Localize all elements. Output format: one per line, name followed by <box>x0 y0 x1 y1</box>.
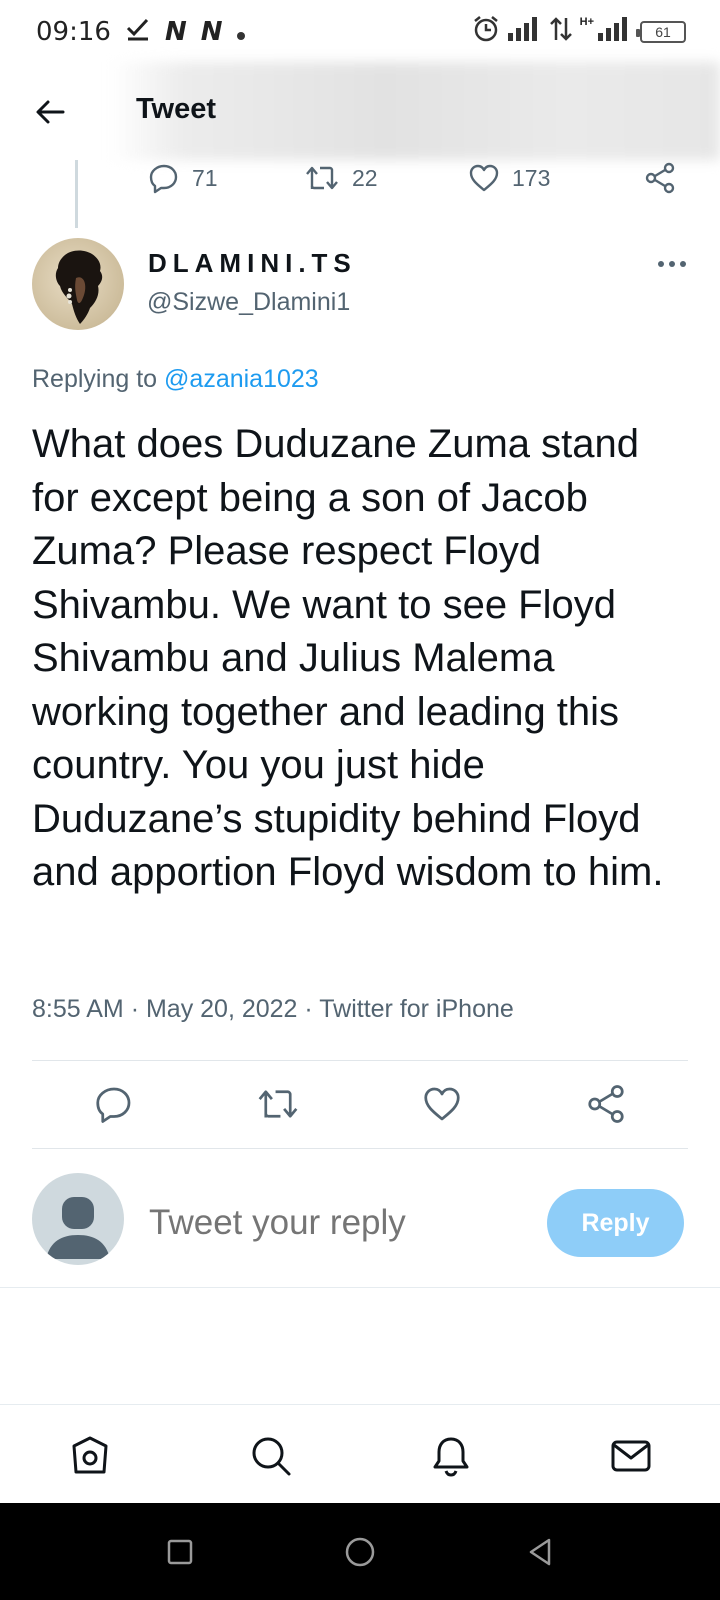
nav-messages[interactable] <box>608 1433 654 1479</box>
author-avatar[interactable] <box>32 238 124 330</box>
home-system-button[interactable] <box>343 1535 377 1569</box>
home-circle-icon <box>345 1537 375 1567</box>
like-icon <box>424 1087 460 1121</box>
more-options-button[interactable] <box>654 252 690 276</box>
n-app-icon: N <box>200 17 223 47</box>
reply-button[interactable] <box>90 1080 138 1128</box>
current-user-avatar <box>32 1173 124 1265</box>
notifications-icon <box>433 1437 469 1477</box>
arrow-left-icon <box>36 100 65 124</box>
home-icon <box>72 1436 108 1474</box>
prev-retweet-count: 22 <box>352 164 378 191</box>
author-display-name[interactable]: DLAMINI.TS <box>148 248 357 279</box>
recents-icon <box>167 1539 193 1565</box>
reply-icon <box>96 1087 131 1123</box>
prev-reply-button[interactable]: 71 <box>148 156 218 200</box>
back-system-button[interactable] <box>523 1535 557 1569</box>
divider <box>0 1287 720 1288</box>
divider <box>32 1148 688 1149</box>
share-button[interactable] <box>582 1080 630 1128</box>
signal-icon <box>507 16 542 48</box>
meta-separator: · <box>130 995 140 1023</box>
tweet-text: What does Duduzane Zuma stand for except… <box>32 422 664 894</box>
previous-tweet-actions: 71 22 173 <box>144 156 694 200</box>
share-icon <box>645 162 675 194</box>
author-handle[interactable]: @Sizwe_Dlamini1 <box>147 288 350 317</box>
reply-submit-button[interactable]: Reply <box>547 1189 684 1257</box>
default-user-icon <box>46 1197 110 1259</box>
like-button[interactable] <box>418 1080 466 1128</box>
share-icon <box>588 1085 624 1123</box>
back-button[interactable] <box>30 92 70 132</box>
tweet-source[interactable]: Twitter for iPhone <box>319 995 514 1023</box>
bottom-nav <box>0 1405 720 1503</box>
thread-connector-line <box>75 160 78 228</box>
recents-button[interactable] <box>163 1535 197 1569</box>
top-header: Tweet <box>0 62 720 160</box>
search-icon <box>252 1437 291 1476</box>
nav-notifications[interactable] <box>428 1433 474 1479</box>
retweet-icon <box>258 1090 298 1118</box>
tweet-meta: 8:55 AM · May 20, 2022 · Twitter for iPh… <box>32 995 514 1024</box>
retweet-button[interactable] <box>254 1080 302 1128</box>
prev-retweet-button[interactable]: 22 <box>304 156 378 200</box>
tweet-time: 8:55 AM <box>32 995 124 1023</box>
page-title: Tweet <box>136 93 217 125</box>
replying-to-link[interactable]: @azania1023 <box>164 365 319 393</box>
retweet-icon <box>306 166 338 190</box>
prev-like-count: 173 <box>512 164 551 191</box>
data-arrows-icon <box>549 16 572 49</box>
n-app-icon: N <box>164 17 187 47</box>
battery-indicator: 61 <box>636 21 686 43</box>
divider <box>32 1060 688 1061</box>
check-icon <box>125 16 151 49</box>
tweet-action-bar <box>0 1062 720 1146</box>
network-type: H+ <box>579 15 594 28</box>
nav-home[interactable] <box>67 1433 113 1479</box>
like-icon <box>469 164 499 192</box>
replying-to-line: Replying to @azania1023 <box>32 365 319 394</box>
status-time: 09:16 <box>36 17 111 47</box>
replying-to-prefix: Replying to <box>32 365 158 393</box>
tweet-date: May 20, 2022 <box>145 995 298 1023</box>
prev-reply-count: 71 <box>192 164 218 191</box>
hplus-signal-icon <box>598 16 628 48</box>
back-triangle-icon <box>529 1538 551 1566</box>
reply-input[interactable] <box>149 1200 519 1246</box>
africa-portrait-image <box>55 250 103 324</box>
prev-like-button[interactable]: 173 <box>468 156 550 200</box>
prev-share-button[interactable] <box>644 156 676 200</box>
dot-icon <box>236 17 246 48</box>
more-horizontal-icon <box>658 261 686 267</box>
nav-search[interactable] <box>248 1433 294 1479</box>
messages-icon <box>611 1440 651 1472</box>
alarm-icon <box>472 15 500 50</box>
status-bar: 09:16 N N H+ 61 <box>0 0 720 64</box>
reply-icon <box>149 164 178 194</box>
meta-separator: · <box>304 995 313 1023</box>
system-nav-bar <box>0 1503 720 1600</box>
